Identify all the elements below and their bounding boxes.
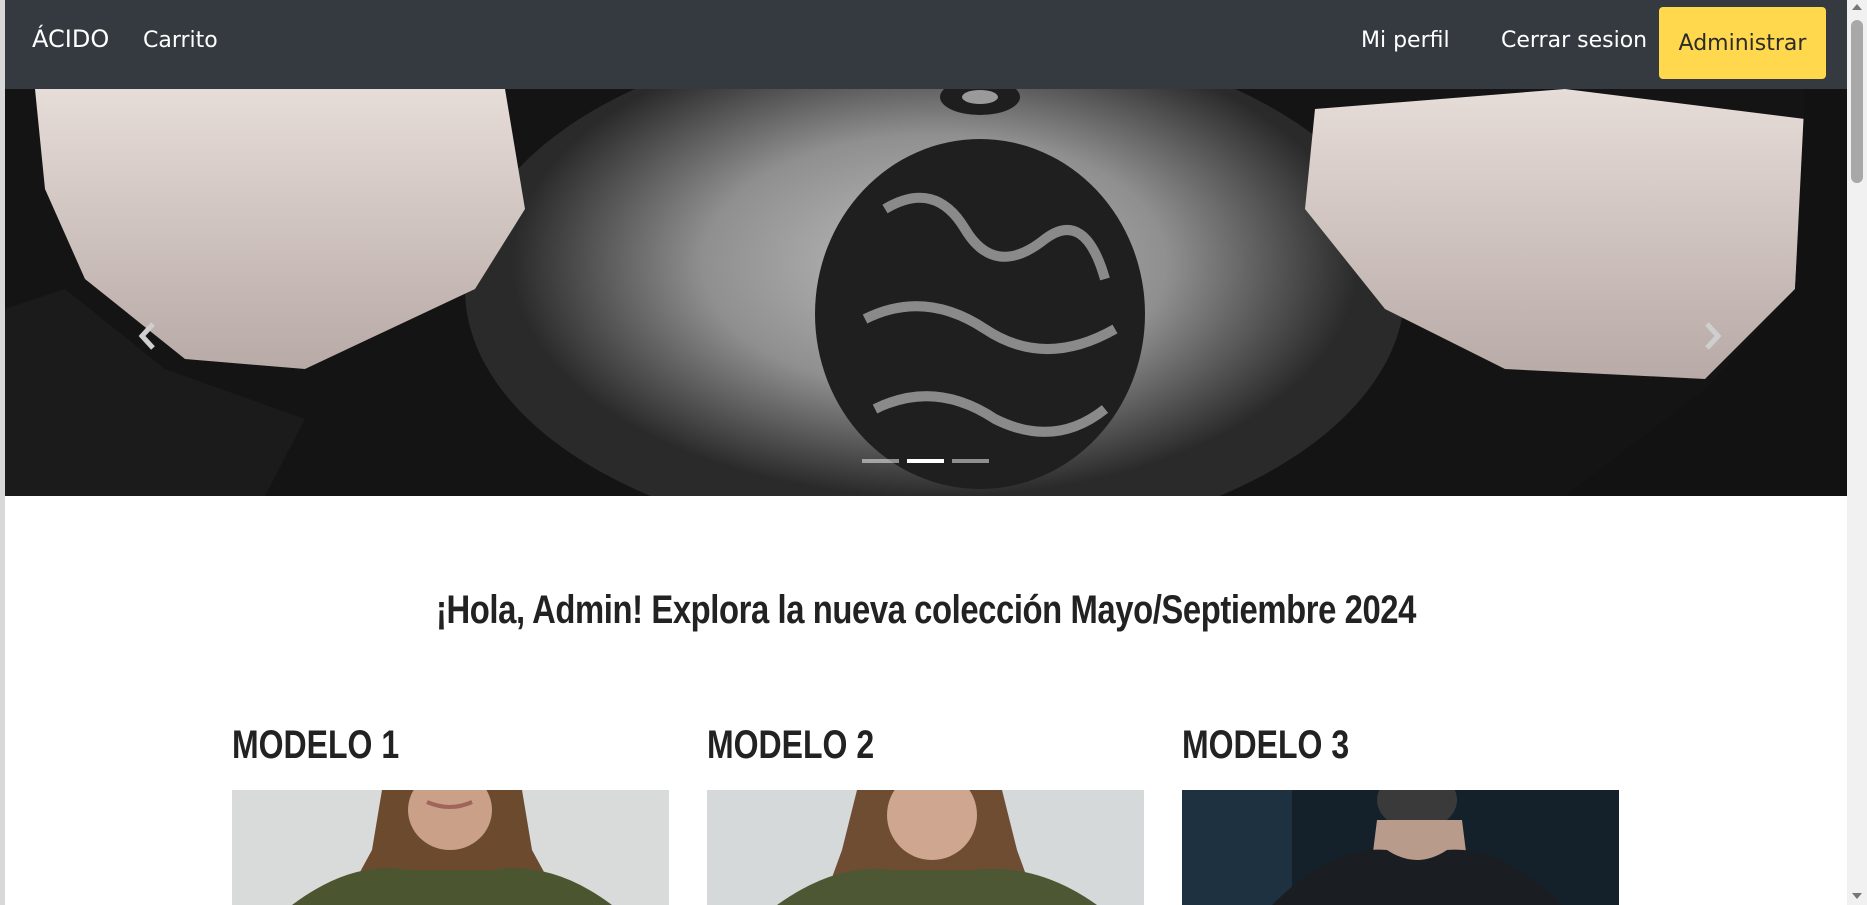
admin-button[interactable]: Administrar [1659,7,1826,79]
nav-profile-link[interactable]: Mi perfil [1361,28,1450,53]
model-image[interactable] [1182,790,1619,905]
model-card[interactable]: MODELO 1 [232,720,669,905]
carousel-indicators [862,459,989,463]
model-title: MODELO 1 [232,723,400,767]
brand-logo-link[interactable]: ÁCIDO [32,25,109,53]
carousel-indicator-active[interactable] [907,459,944,463]
model-title: MODELO 2 [707,723,875,767]
model-image[interactable] [707,790,1144,905]
model-title: MODELO 3 [1182,723,1350,767]
scroll-down-icon[interactable] [1852,893,1862,899]
nav-logout-link[interactable]: Cerrar sesion [1501,28,1647,53]
nav-cart-link[interactable]: Carrito [143,28,218,53]
welcome-heading: ¡Hola, Admin! Explora la nueva colección… [436,588,1416,632]
carousel-slide-image [5,89,1847,496]
model-card[interactable]: MODELO 3 [1182,720,1619,905]
model-card[interactable]: MODELO 2 [707,720,1144,905]
carousel-indicator[interactable] [862,459,899,463]
top-navbar: ÁCIDO Carrito Mi perfil Cerrar sesion Ad… [5,0,1847,89]
carousel-indicator[interactable] [952,459,989,463]
chevron-left-icon[interactable] [133,319,163,353]
chevron-right-icon[interactable] [1697,319,1727,353]
scroll-up-icon[interactable] [1852,4,1862,10]
model-image[interactable] [232,790,669,905]
scrollbar-thumb[interactable] [1851,20,1863,183]
hero-carousel [5,89,1847,496]
